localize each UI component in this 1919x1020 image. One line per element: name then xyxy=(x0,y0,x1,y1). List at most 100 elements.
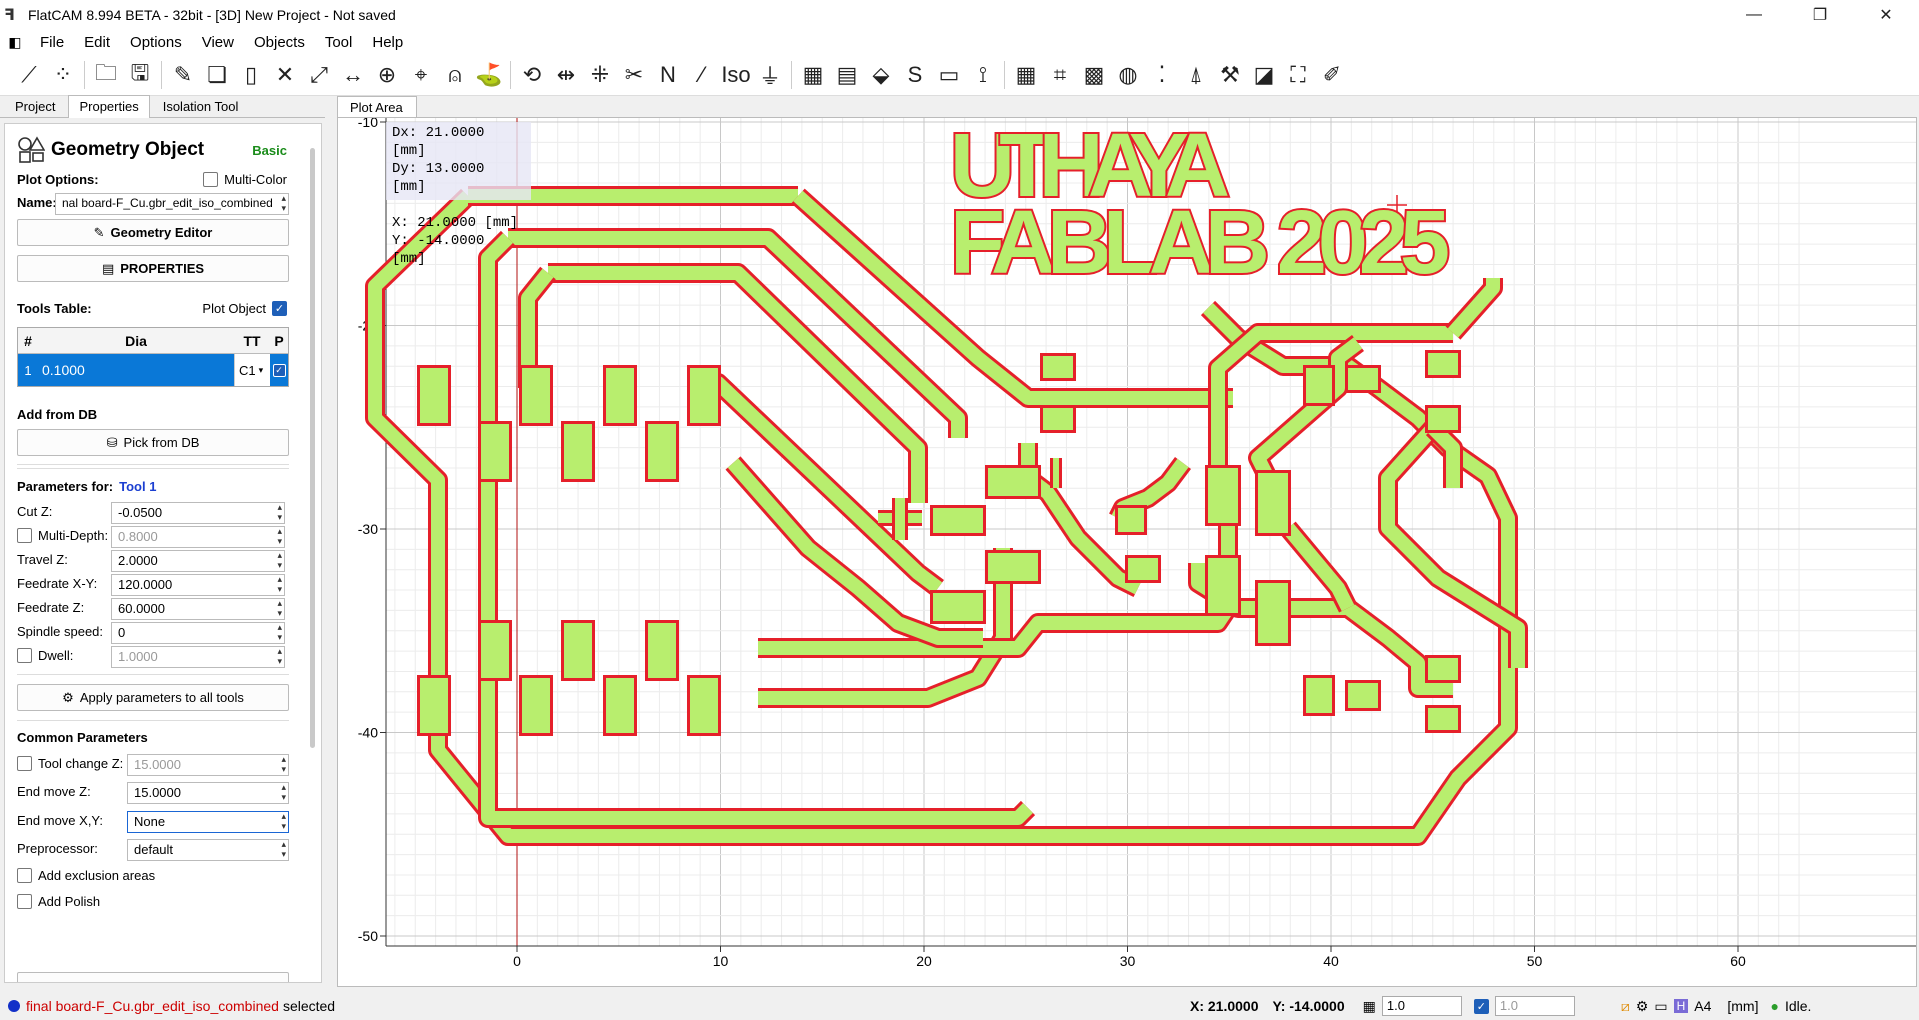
locate-icon[interactable]: ⛳ xyxy=(472,58,506,92)
pick-from-db-button[interactable]: ⛁ Pick from DB xyxy=(17,429,289,456)
travel-z-input[interactable]: 2.0000 xyxy=(111,550,285,572)
qrcode-icon[interactable]: ▩ xyxy=(1077,58,1111,92)
punch-icon[interactable]: ⍋ xyxy=(1179,58,1213,92)
feedrate-xy-input[interactable]: 120.0000 xyxy=(111,574,285,596)
menu-options[interactable]: Options xyxy=(120,34,192,51)
replot-icon[interactable]: ⟲ xyxy=(515,58,549,92)
new-file-icon[interactable]: ▯ xyxy=(234,58,268,92)
units-label[interactable]: [mm] xyxy=(1727,998,1758,1014)
close-button[interactable]: ✕ xyxy=(1853,0,1919,30)
menu-file[interactable]: File xyxy=(30,34,74,51)
iso-icon[interactable]: Iso xyxy=(719,58,753,92)
invert-icon[interactable]: ⚒ xyxy=(1213,58,1247,92)
dwell-checkbox[interactable] xyxy=(17,648,32,663)
tool-change-z-checkbox[interactable] xyxy=(17,756,32,771)
zoom-fit-icon[interactable]: ⤢ xyxy=(302,58,336,92)
dock-toggle-icon[interactable]: ◧ xyxy=(0,34,30,51)
film-icon[interactable]: ▤ xyxy=(830,58,864,92)
drill-icon[interactable]: ⏚ xyxy=(753,58,787,92)
name-field[interactable]: nal board-F_Cu.gbr_edit_iso_combined xyxy=(55,193,289,215)
transform-icon[interactable]: ⌗ xyxy=(1043,58,1077,92)
ncc-icon[interactable]: N xyxy=(651,58,685,92)
save-project-icon[interactable]: 🖫 xyxy=(123,58,157,92)
sub-icon[interactable]: S xyxy=(898,58,932,92)
tab-isolation-tool[interactable]: Isolation Tool xyxy=(152,95,250,117)
open-folder-icon[interactable]: 🗀 xyxy=(89,58,123,92)
fiducials-icon[interactable]: ⁚ xyxy=(1145,58,1179,92)
maximize-button[interactable]: ❐ xyxy=(1787,0,1853,30)
hud-icon[interactable]: H xyxy=(1673,999,1689,1013)
settings-icon[interactable]: ⚙ xyxy=(1636,998,1649,1015)
dwell-input[interactable]: 1.0000 xyxy=(111,646,285,668)
properties-button[interactable]: ▤ PROPERTIES xyxy=(17,255,289,282)
spindle-speed-input[interactable]: 0 xyxy=(111,622,285,644)
rules-icon[interactable]: ▭ xyxy=(932,58,966,92)
cut-z-input[interactable]: -0.0500 xyxy=(111,502,285,524)
origin-icon[interactable]: ⊕ xyxy=(370,58,404,92)
menu-view[interactable]: View xyxy=(192,34,244,51)
mirror-icon[interactable]: ⇹ xyxy=(549,58,583,92)
set-origin-icon[interactable]: ⍝ xyxy=(438,58,472,92)
open-excellon-icon[interactable]: ⁘ xyxy=(46,58,80,92)
pad xyxy=(1258,473,1288,533)
generate-cnc-button[interactable] xyxy=(17,972,289,982)
mode-toggle[interactable]: Basic xyxy=(252,143,287,158)
feedrate-z-input[interactable]: 60.0000 xyxy=(111,598,285,620)
paint-icon[interactable]: ⁄ xyxy=(685,58,719,92)
multi-depth-input[interactable]: 0.8000 xyxy=(111,526,285,548)
tab-properties[interactable]: Properties xyxy=(68,95,150,118)
multi-color-checkbox[interactable] xyxy=(203,172,219,187)
multi-depth-checkbox[interactable] xyxy=(17,528,32,543)
copper-thieving-icon[interactable]: ◍ xyxy=(1111,58,1145,92)
extract-icon[interactable]: ◪ xyxy=(1247,58,1281,92)
table-row[interactable]: 1 0.1000 C1 ▾ ✓ xyxy=(18,354,288,386)
exclusion-areas-checkbox[interactable] xyxy=(17,868,32,883)
terminal-icon[interactable]: ▭ xyxy=(1654,998,1667,1015)
geometry-editor-button[interactable]: ✎ Geometry Editor xyxy=(17,219,289,246)
plot-object-checkbox[interactable]: ✓ xyxy=(272,301,287,316)
panelize-icon[interactable]: ▦ xyxy=(796,58,830,92)
end-move-z-input[interactable]: 15.0000 xyxy=(127,782,289,804)
delete-icon[interactable]: ✕ xyxy=(268,58,302,92)
tab-plot-area[interactable]: Plot Area xyxy=(337,96,417,118)
plot-canvas[interactable]: -100102030405060-10-20-30-40-50 UTHAYAFA… xyxy=(337,117,1917,987)
axis-icon[interactable]: ⧄ xyxy=(1621,998,1630,1015)
etch-compensation-icon[interactable]: ✐ xyxy=(1315,58,1349,92)
copy-object-icon[interactable]: ❏ xyxy=(200,58,234,92)
pad xyxy=(1208,558,1238,613)
panel-scrollbar[interactable] xyxy=(310,148,315,748)
calculator-icon[interactable]: ▦ xyxy=(1009,58,1043,92)
tab-project[interactable]: Project xyxy=(4,95,66,117)
row-dia[interactable]: 0.1000 xyxy=(38,354,234,386)
silkscreen-text-line2: FABLAB 2025 xyxy=(950,193,1450,293)
apply-all-tools-button[interactable]: ⚙ Apply parameters to all tools xyxy=(17,684,289,711)
menu-objects[interactable]: Objects xyxy=(244,34,315,51)
row-plot-checkbox[interactable]: ✓ xyxy=(270,354,288,386)
preprocessor-select[interactable]: default xyxy=(127,839,289,861)
tool-change-z-input[interactable]: 15.0000 xyxy=(127,754,289,776)
grid-x-field[interactable]: 1.0 xyxy=(1381,996,1462,1016)
distance-icon[interactable]: ↔ xyxy=(336,58,370,92)
grid-snap-icon[interactable]: ▦ xyxy=(1363,998,1376,1015)
cutout-icon[interactable]: ✂ xyxy=(617,58,651,92)
add-polish-checkbox[interactable] xyxy=(17,894,32,909)
menu-tool[interactable]: Tool xyxy=(315,34,363,51)
align-icon[interactable]: ⁜ xyxy=(583,58,617,92)
pad xyxy=(933,508,983,533)
draw-icon[interactable]: ✎ xyxy=(166,58,200,92)
grid-y-field[interactable]: 1.0 xyxy=(1494,996,1575,1016)
add-polish-label: Add Polish xyxy=(38,894,101,909)
grid-lock-checkbox[interactable]: ✓ xyxy=(1473,998,1489,1014)
corners-icon[interactable]: ⛶ xyxy=(1281,58,1315,92)
page-size[interactable]: A4 xyxy=(1694,998,1711,1014)
menu-edit[interactable]: Edit xyxy=(74,34,120,51)
minimize-button[interactable]: — xyxy=(1721,0,1787,30)
solder-paste-icon[interactable]: ⬙ xyxy=(864,58,898,92)
plot-svg[interactable]: -100102030405060-10-20-30-40-50 UTHAYAFA… xyxy=(338,118,1916,986)
optimal-icon[interactable]: ⟟ xyxy=(966,58,1000,92)
row-tt-select[interactable]: C1 ▾ xyxy=(234,354,270,386)
end-move-xy-input[interactable]: None xyxy=(127,811,289,833)
open-gerber-icon[interactable]: ⟋ xyxy=(12,58,46,92)
jump-to-icon[interactable]: ⌖ xyxy=(404,58,438,92)
menu-help[interactable]: Help xyxy=(362,34,413,51)
